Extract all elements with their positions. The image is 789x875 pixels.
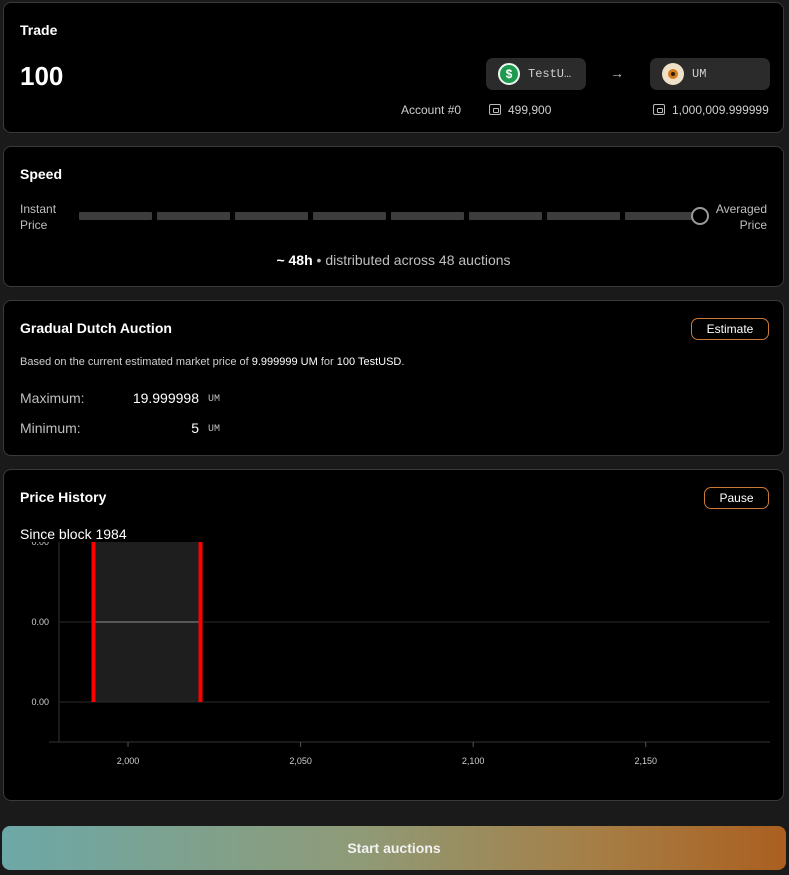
from-asset-selector[interactable]: $ TestU… — [486, 58, 586, 90]
estimate-button[interactable]: Estimate — [691, 318, 769, 340]
y-tick-label: 0.00 — [31, 697, 49, 707]
account-label: Account #0 — [401, 103, 462, 117]
price-history-chart: 0.00 0.00 0.00 2,000 2,050 2,100 2,150 — [31, 542, 770, 766]
y-tick-label: 0.00 — [31, 617, 49, 627]
minimum-label: Minimum: — [20, 420, 81, 436]
speed-duration: ~ 48h — [276, 252, 313, 268]
speed-step — [235, 212, 308, 220]
instant-price-label: Instant Price — [20, 202, 57, 232]
trade-title: Trade — [20, 22, 58, 38]
speed-slider-thumb[interactable] — [691, 207, 709, 225]
wallet-icon — [653, 104, 665, 115]
trade-card: Trade 100 $ TestU… → UM Account #0 499,9… — [3, 2, 784, 133]
from-balance: 499,900 — [489, 103, 551, 117]
speed-step — [391, 212, 464, 220]
speed-step — [469, 212, 542, 220]
minimum-unit: UM — [208, 424, 221, 435]
since-block-label: Since block 1984 — [20, 526, 127, 542]
speed-step — [625, 212, 698, 220]
maximum-unit: UM — [208, 394, 221, 405]
x-tick-label: 2,050 — [289, 756, 312, 766]
trade-amount-input[interactable]: 100 — [20, 61, 63, 92]
speed-step — [313, 212, 386, 220]
speed-step — [547, 212, 620, 220]
x-tick-label: 2,150 — [634, 756, 657, 766]
price-history-title: Price History — [20, 489, 107, 505]
speed-step — [157, 212, 230, 220]
x-tick-label: 2,000 — [117, 756, 140, 766]
from-balance-value: 499,900 — [508, 103, 552, 117]
from-asset-label: TestU… — [528, 67, 572, 81]
testusd-icon: $ — [498, 63, 520, 85]
pause-button[interactable]: Pause — [704, 487, 769, 509]
averaged-price-label: Averaged Price — [715, 202, 767, 232]
to-balance-value: 1,000,009.999999 — [672, 103, 769, 117]
to-asset-selector[interactable]: UM — [650, 58, 770, 90]
speed-title: Speed — [20, 166, 63, 182]
start-auctions-button[interactable]: Start auctions — [2, 826, 786, 870]
um-icon — [662, 63, 684, 85]
x-tick-label: 2,100 — [462, 756, 485, 766]
speed-step — [79, 212, 152, 220]
maximum-value: 19.999998 — [132, 390, 199, 406]
speed-summary: ~ 48h • distributed across 48 auctions — [4, 252, 783, 268]
to-asset-label: UM — [692, 67, 707, 81]
dutch-auction-title: Gradual Dutch Auction — [20, 320, 172, 336]
dutch-auction-card: Gradual Dutch Auction Estimate Based on … — [3, 300, 784, 456]
price-history-card: Price History Pause Since block 1984 0.0… — [3, 469, 784, 801]
maximum-label: Maximum: — [20, 390, 85, 406]
y-tick-label: 0.00 — [31, 542, 49, 547]
minimum-value: 5 — [191, 420, 199, 436]
wallet-icon — [489, 104, 501, 115]
to-balance: 1,000,009.999999 — [653, 103, 769, 117]
speed-info-text: • distributed across 48 auctions — [316, 252, 511, 268]
arrow-right-icon: → — [610, 65, 624, 81]
market-price-description: Based on the current estimated market pr… — [20, 356, 405, 368]
